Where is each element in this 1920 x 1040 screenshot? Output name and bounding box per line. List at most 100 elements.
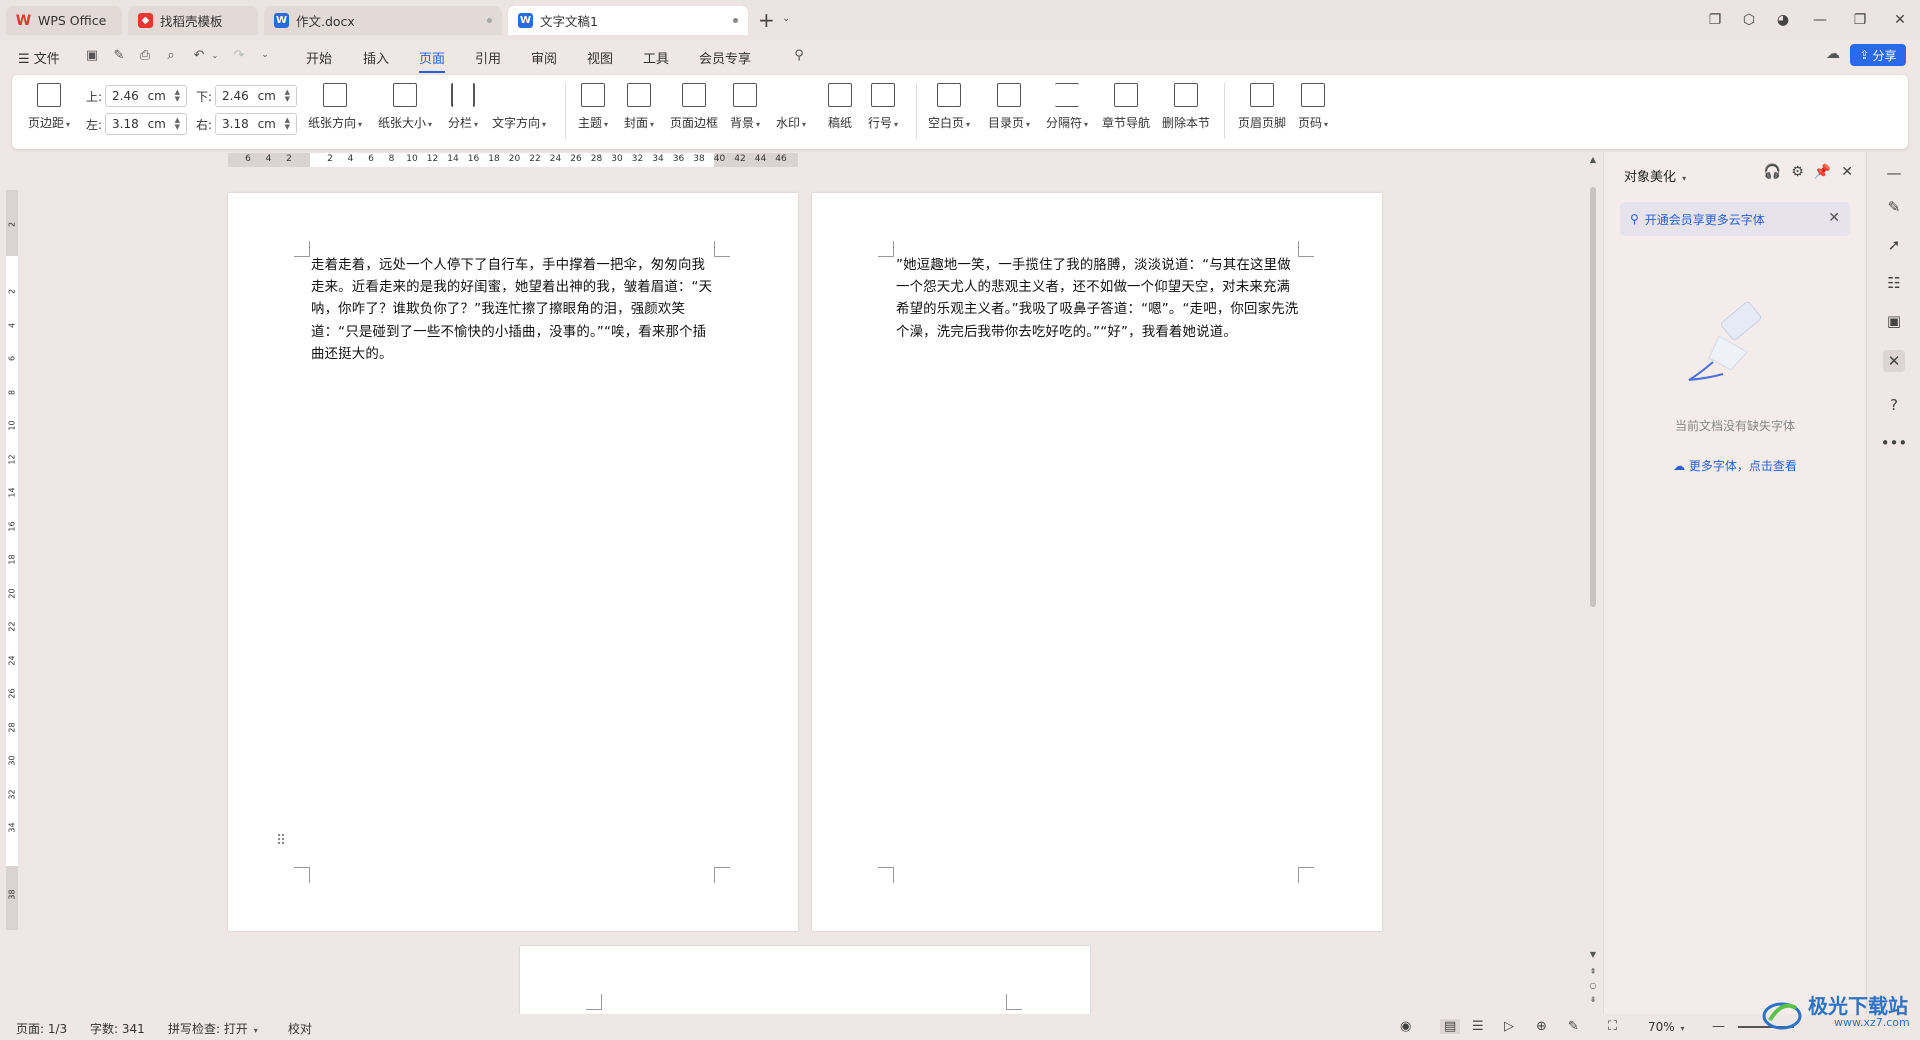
select-pointer-icon[interactable]: ➚: [1883, 234, 1905, 256]
vertical-scrollbar[interactable]: ▲ ▼ ⇞ ○ ⇟: [1587, 155, 1599, 1015]
page-count[interactable]: 页面: 1/3: [16, 1020, 67, 1037]
save-icon[interactable]: ▣: [83, 46, 101, 64]
tab-zuowen-docx[interactable]: W 作文.docx: [264, 6, 502, 35]
fit-page-icon[interactable]: ⛶: [1608, 1019, 1617, 1034]
menu-page[interactable]: 页面: [419, 48, 446, 73]
vertical-ruler[interactable]: 2 2 4 6 8 10 12 14 16 18 20 22 24 26 28 30 32 34 38: [6, 190, 18, 930]
menu-review[interactable]: 审阅: [531, 48, 557, 67]
right-margin-input[interactable]: 3.18 cm ▲ ▼: [215, 113, 298, 135]
pin-icon[interactable]: 📌: [1814, 164, 1831, 180]
play-icon[interactable]: ▷: [1504, 1019, 1514, 1034]
horizontal-ruler[interactable]: 6 4 2 2 4 6 8 10 12 14 16 18 20 22 24 26 28 30 32 34 36 38 40 4…: [228, 153, 798, 167]
restore-icon[interactable]: ❐: [1840, 12, 1880, 28]
prev-page-icon[interactable]: ⇞: [1587, 967, 1599, 976]
chevron-down-icon[interactable]: ⌄: [782, 13, 790, 24]
watermark-button[interactable]: 水印 ▾: [776, 83, 806, 131]
eye-icon[interactable]: ◉: [1400, 1019, 1411, 1034]
print-preview-icon[interactable]: ⌕: [162, 46, 180, 64]
toc-page-button[interactable]: 目录页 ▾: [988, 83, 1030, 131]
spinner-icon[interactable]: ▲ ▼: [285, 89, 290, 103]
web-view-icon[interactable]: ⊕: [1536, 1019, 1547, 1034]
zoom-out-icon[interactable]: —: [1712, 1019, 1725, 1034]
spell-check[interactable]: 拼写检查: 打开 ▾: [168, 1020, 258, 1037]
theme-button[interactable]: 主题 ▾: [578, 83, 608, 131]
sliders-icon[interactable]: ☷: [1883, 272, 1905, 294]
orientation-button[interactable]: 纸张方向 ▾: [308, 83, 362, 131]
close-icon[interactable]: ✕: [1841, 164, 1853, 180]
scroll-down-icon[interactable]: ▼: [1587, 950, 1599, 959]
menu-tools[interactable]: 工具: [643, 48, 669, 67]
search-icon[interactable]: ⚲: [790, 46, 808, 64]
spinner-icon[interactable]: ▲ ▼: [175, 89, 180, 103]
header-footer-button[interactable]: 页眉页脚: [1238, 83, 1286, 131]
collapse-icon[interactable]: —: [1883, 162, 1905, 184]
left-margin-input[interactable]: 3.18 cm ▲ ▼: [105, 113, 188, 135]
cloud-font-promo[interactable]: ⚲ 开通会员享更多云字体 ✕: [1620, 202, 1850, 236]
line-number-button[interactable]: 行号 ▾: [868, 83, 898, 131]
tab-wps-office[interactable]: W WPS Office: [6, 6, 122, 35]
background-button[interactable]: 背景 ▾: [730, 83, 760, 131]
print-icon[interactable]: ⎙: [136, 46, 154, 64]
document-page-3[interactable]: [520, 946, 1090, 1014]
scroll-up-icon[interactable]: ▲: [1587, 155, 1599, 164]
drag-handle-icon[interactable]: ⠿: [276, 833, 286, 849]
word-count[interactable]: 字数: 341: [90, 1020, 145, 1037]
avatar[interactable]: ◕: [1766, 12, 1800, 28]
headset-icon[interactable]: 🎧: [1764, 164, 1781, 180]
blank-page-button[interactable]: 空白页 ▾: [928, 83, 970, 131]
zoom-level[interactable]: 70% ▾: [1648, 1020, 1685, 1034]
pen-icon[interactable]: ✎: [1883, 196, 1905, 218]
text-direction-button[interactable]: 文字方向 ▾: [492, 83, 546, 131]
image-edit-icon[interactable]: ▣: [1883, 310, 1905, 332]
page-number-button[interactable]: 页码 ▾: [1298, 83, 1328, 131]
columns-button[interactable]: 分栏 ▾: [448, 83, 478, 131]
margins-button[interactable]: 页边距 ▾: [28, 83, 70, 131]
tools-icon[interactable]: ✕: [1883, 350, 1905, 372]
tab-templates[interactable]: ◆ 找稻壳模板: [128, 6, 258, 35]
gear-icon[interactable]: ⚙: [1791, 164, 1804, 180]
separator-button[interactable]: 分隔符 ▾: [1046, 83, 1088, 131]
paper-size-button[interactable]: 纸张大小 ▾: [378, 83, 432, 131]
top-margin-input[interactable]: 2.46 cm ▲ ▼: [105, 85, 188, 107]
outline-view-icon[interactable]: ☰: [1472, 1019, 1484, 1034]
redo-icon[interactable]: ↷: [230, 46, 248, 64]
spinner-icon[interactable]: ▲ ▼: [285, 117, 290, 131]
page-border-button[interactable]: 页面边框: [670, 83, 718, 131]
page-view-icon[interactable]: ▤: [1440, 1019, 1461, 1034]
close-icon[interactable]: ✕: [1880, 12, 1920, 28]
more-chevron-icon[interactable]: ⌄: [256, 46, 274, 64]
scrollbar-thumb[interactable]: [1590, 187, 1596, 607]
more-icon[interactable]: •••: [1881, 432, 1908, 454]
close-icon[interactable]: ✕: [1828, 210, 1840, 226]
page-1-body-text[interactable]: 走着走着，远处一个人停下了自行车，手中撑着一把伞，匆匆向我走来。近看走来的是我的…: [311, 255, 715, 366]
next-page-icon[interactable]: ⇟: [1587, 995, 1599, 1004]
help-icon[interactable]: ?: [1883, 394, 1905, 416]
minimize-icon[interactable]: —: [1800, 12, 1840, 28]
undo-dropdown-icon[interactable]: ⌄: [206, 46, 224, 64]
cube-icon[interactable]: ⬡: [1732, 12, 1766, 28]
annotate-icon[interactable]: ✎: [1568, 1019, 1579, 1034]
bottom-margin-input[interactable]: 2.46 cm ▲ ▼: [215, 85, 298, 107]
document-page-2[interactable]: ”她逗趣地一笑，一手揽住了我的胳膊，淡淡说道：“与其在这里做一个怨天尤人的悲观主…: [812, 193, 1382, 931]
new-tab-plus-icon[interactable]: +: [758, 8, 775, 32]
share-button[interactable]: ⇪ 分享: [1850, 44, 1906, 66]
format-painter-icon[interactable]: ✎: [110, 46, 128, 64]
more-fonts-link[interactable]: ☁ 更多字体，点击查看: [1604, 457, 1866, 474]
menu-reference[interactable]: 引用: [475, 48, 501, 67]
panel-title[interactable]: 对象美化 ▾: [1624, 166, 1686, 185]
document-page-1[interactable]: 走着走着，远处一个人停下了自行车，手中撑着一把伞，匆匆向我走来。近看走来的是我的…: [228, 193, 798, 931]
menu-view[interactable]: 视图: [587, 48, 613, 67]
select-browse-icon[interactable]: ○: [1587, 981, 1599, 990]
menu-member[interactable]: 会员专享: [699, 48, 751, 67]
page-2-body-text[interactable]: ”她逗趣地一笑，一手揽住了我的胳膊，淡淡说道：“与其在这里做一个怨天尤人的悲观主…: [896, 255, 1300, 344]
tab-document1[interactable]: W 文字文稿1: [508, 6, 748, 35]
spinner-icon[interactable]: ▲ ▼: [175, 117, 180, 131]
menu-insert[interactable]: 插入: [363, 48, 389, 67]
draft-paper-button[interactable]: 稿纸: [828, 83, 852, 131]
window-list-icon[interactable]: ❐: [1698, 12, 1732, 28]
cloud-icon[interactable]: ☁: [1826, 46, 1840, 62]
file-menu[interactable]: ☰ 文件: [18, 48, 60, 67]
proofread[interactable]: 校对: [288, 1020, 312, 1037]
delete-section-button[interactable]: 删除本节: [1162, 83, 1210, 131]
cover-button[interactable]: 封面 ▾: [624, 83, 654, 131]
